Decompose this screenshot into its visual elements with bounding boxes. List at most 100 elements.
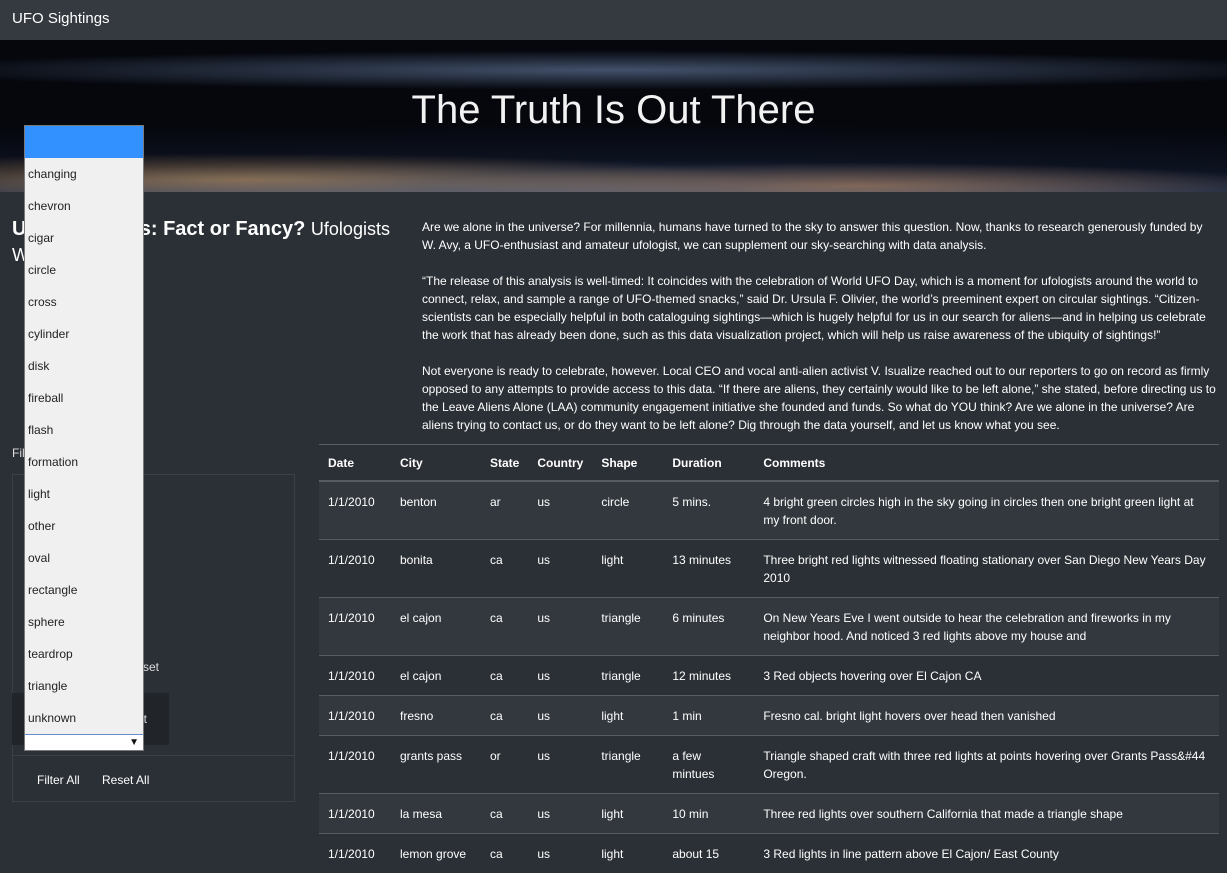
column-header: Date bbox=[319, 445, 391, 482]
table-cell: 1/1/2010 bbox=[319, 540, 391, 598]
table-cell: triangle bbox=[592, 656, 663, 696]
chevron-down-icon[interactable]: ▼ bbox=[129, 735, 139, 751]
shape-option[interactable]: circle bbox=[25, 254, 143, 286]
table-cell: On New Years Eve I went outside to hear … bbox=[754, 598, 1219, 656]
column-header: Shape bbox=[592, 445, 663, 482]
table-cell: 1/1/2010 bbox=[319, 696, 391, 736]
hero-title: The Truth Is Out There bbox=[0, 88, 1227, 133]
table-cell: 5 mins. bbox=[663, 481, 754, 540]
table-cell: 1/1/2010 bbox=[319, 834, 391, 873]
table-cell: 10 min bbox=[663, 794, 754, 834]
table-cell: lemon grove bbox=[391, 834, 481, 873]
shape-option[interactable]: rectangle bbox=[25, 574, 143, 606]
column-header: Country bbox=[528, 445, 592, 482]
table-cell: us bbox=[528, 696, 592, 736]
table-cell: 1/1/2010 bbox=[319, 656, 391, 696]
filter-all-button[interactable]: Filter All bbox=[37, 773, 80, 787]
shape-option[interactable]: chevron bbox=[25, 190, 143, 222]
table-cell: light bbox=[592, 696, 663, 736]
article-paragraph: “The release of this analysis is well-ti… bbox=[422, 272, 1217, 344]
table-cell: 6 minutes bbox=[663, 598, 754, 656]
shape-option[interactable]: teardrop bbox=[25, 638, 143, 670]
table-cell: 1/1/2010 bbox=[319, 598, 391, 656]
table-cell: 1/1/2010 bbox=[319, 794, 391, 834]
filter-button-label: t bbox=[144, 712, 147, 726]
table-cell: ca bbox=[481, 656, 528, 696]
column-header: City bbox=[391, 445, 481, 482]
hero-banner: The Truth Is Out There bbox=[0, 40, 1227, 192]
table-cell: ca bbox=[481, 540, 528, 598]
table-cell: circle bbox=[592, 481, 663, 540]
table-cell: light bbox=[592, 834, 663, 873]
table-cell: 1/1/2010 bbox=[319, 481, 391, 540]
column-header: Comments bbox=[754, 445, 1219, 482]
shape-options-list: changingchevroncigarcirclecrosscylinderd… bbox=[25, 126, 143, 734]
shape-option[interactable]: oval bbox=[25, 542, 143, 574]
shape-option[interactable]: triangle bbox=[25, 670, 143, 702]
shape-option[interactable]: unknown bbox=[25, 702, 143, 734]
table-cell: ar bbox=[481, 481, 528, 540]
table-cell: triangle bbox=[592, 598, 663, 656]
table-row: 1/1/2010lemon grovecauslightabout 153 Re… bbox=[319, 834, 1219, 873]
filter-panel-footer: Filter All Reset All bbox=[12, 755, 295, 802]
table-cell: benton bbox=[391, 481, 481, 540]
navbar: UFO Sightings bbox=[0, 0, 1227, 40]
brand-link[interactable]: UFO Sightings bbox=[12, 10, 110, 27]
table-row: 1/1/2010grants passorustrianglea few min… bbox=[319, 736, 1219, 794]
shape-option[interactable]: cylinder bbox=[25, 318, 143, 350]
table-row: 1/1/2010el cajoncaustriangle6 minutesOn … bbox=[319, 598, 1219, 656]
table-cell: 3 Red lights in line pattern above El Ca… bbox=[754, 834, 1219, 873]
table-cell: ca bbox=[481, 696, 528, 736]
table-cell: 4 bright green circles high in the sky g… bbox=[754, 481, 1219, 540]
table-cell: us bbox=[528, 540, 592, 598]
table-cell: us bbox=[528, 834, 592, 873]
column-header: Duration bbox=[663, 445, 754, 482]
table-cell: light bbox=[592, 540, 663, 598]
table-cell: fresno bbox=[391, 696, 481, 736]
shape-option[interactable]: light bbox=[25, 478, 143, 510]
table-cell: Fresno cal. bright light hovers over hea… bbox=[754, 696, 1219, 736]
table-cell: bonita bbox=[391, 540, 481, 598]
table-row: 1/1/2010fresnocauslight1 minFresno cal. … bbox=[319, 696, 1219, 736]
shape-option[interactable]: sphere bbox=[25, 606, 143, 638]
shape-option[interactable]: cigar bbox=[25, 222, 143, 254]
shape-option[interactable]: flash bbox=[25, 414, 143, 446]
table-cell: Triangle shaped craft with three red lig… bbox=[754, 736, 1219, 794]
table-cell: us bbox=[528, 481, 592, 540]
table-cell: 1 min bbox=[663, 696, 754, 736]
table-cell: 1/1/2010 bbox=[319, 736, 391, 794]
shape-select[interactable]: ▼ bbox=[25, 734, 143, 750]
shape-option[interactable]: cross bbox=[25, 286, 143, 318]
table-cell: 13 minutes bbox=[663, 540, 754, 598]
table-cell: ca bbox=[481, 598, 528, 656]
article: Are we alone in the universe? For millen… bbox=[422, 218, 1217, 452]
ufo-table-wrapper: DateCityStateCountryShapeDurationComment… bbox=[319, 444, 1219, 873]
table-cell: el cajon bbox=[391, 656, 481, 696]
shape-option[interactable]: fireball bbox=[25, 382, 143, 414]
table-cell: us bbox=[528, 736, 592, 794]
shape-option[interactable]: formation bbox=[25, 446, 143, 478]
reset-button-fragment[interactable]: set bbox=[143, 660, 159, 674]
table-cell: grants pass bbox=[391, 736, 481, 794]
shape-option[interactable] bbox=[25, 126, 143, 158]
table-cell: Three bright red lights witnessed floati… bbox=[754, 540, 1219, 598]
table-row: 1/1/2010bonitacauslight13 minutesThree b… bbox=[319, 540, 1219, 598]
table-cell: Three red lights over southern Californi… bbox=[754, 794, 1219, 834]
shape-dropdown[interactable]: changingchevroncigarcirclecrosscylinderd… bbox=[24, 125, 144, 751]
shape-option[interactable]: disk bbox=[25, 350, 143, 382]
reset-all-button[interactable]: Reset All bbox=[102, 773, 149, 787]
table-body: 1/1/2010bentonaruscircle5 mins.4 bright … bbox=[319, 481, 1219, 873]
table-row: 1/1/2010la mesacauslight10 minThree red … bbox=[319, 794, 1219, 834]
table-header-row: DateCityStateCountryShapeDurationComment… bbox=[319, 445, 1219, 482]
table-cell: or bbox=[481, 736, 528, 794]
table-cell: us bbox=[528, 598, 592, 656]
ufo-table: DateCityStateCountryShapeDurationComment… bbox=[319, 444, 1219, 873]
table-cell: light bbox=[592, 794, 663, 834]
table-row: 1/1/2010el cajoncaustriangle12 minutes3 … bbox=[319, 656, 1219, 696]
table-cell: us bbox=[528, 794, 592, 834]
table-cell: el cajon bbox=[391, 598, 481, 656]
shape-option[interactable]: other bbox=[25, 510, 143, 542]
table-cell: la mesa bbox=[391, 794, 481, 834]
shape-option[interactable]: changing bbox=[25, 158, 143, 190]
table-cell: triangle bbox=[592, 736, 663, 794]
